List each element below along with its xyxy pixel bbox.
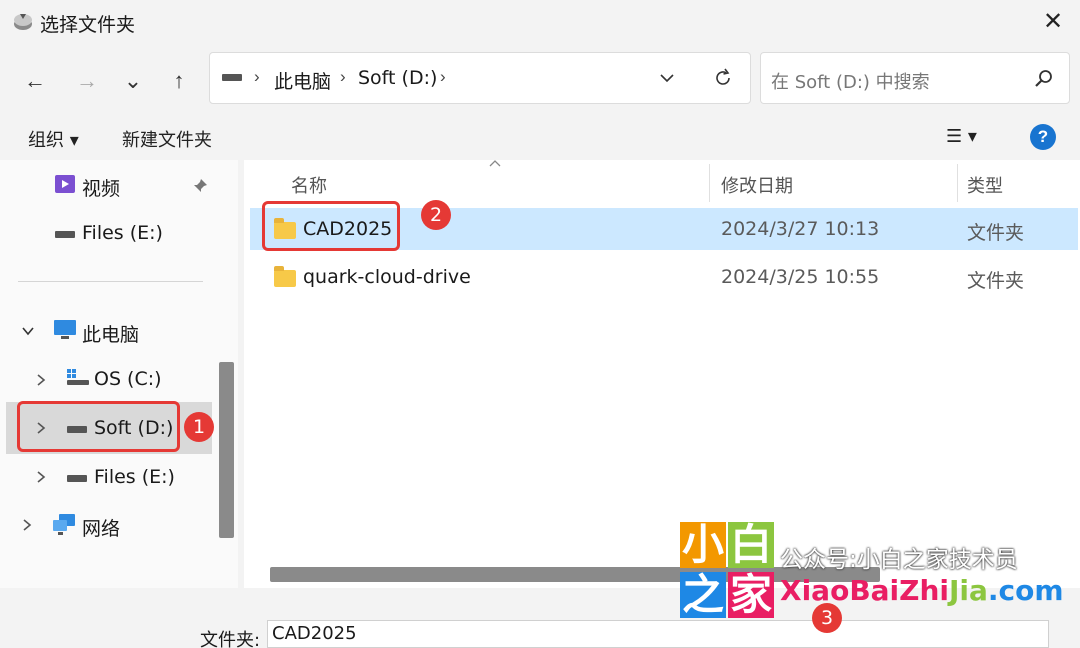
folder-name-field[interactable]: CAD2025 [267,620,1049,648]
file-date: 2024/3/27 10:13 [721,218,880,240]
annotation-box-1 [17,401,180,452]
sidebar-item-network[interactable]: 网络 [82,514,120,541]
drive-icon [55,231,75,238]
sidebar-item-files-e[interactable]: Files (E:) [94,466,175,488]
sort-ascending-icon [489,160,501,167]
recent-locations-button[interactable]: ⌄ [116,64,150,98]
watermark-logo-tile: 之 [680,570,726,619]
computer-icon [54,320,76,339]
drive-icon [67,475,87,482]
chevron-down-icon[interactable] [658,71,676,85]
chevron-down-icon[interactable] [20,324,36,338]
watermark-url-part: Jia [948,574,988,607]
breadcrumb-separator: › [254,67,260,86]
watermark-logo-tile: 白 [728,520,774,569]
view-options-button[interactable]: ☰ ▾ [946,126,977,147]
annotation-box-2 [262,201,400,251]
organize-button[interactable]: 组织 ▾ [28,126,79,152]
column-header-date[interactable]: 修改日期 [721,172,793,198]
address-bar[interactable]: › 此电脑 › Soft (D:) › [209,52,751,104]
breadcrumb-separator: › [340,67,346,86]
column-divider[interactable] [709,164,710,202]
breadcrumb-this-pc[interactable]: 此电脑 [274,67,331,94]
sidebar-divider [18,281,203,282]
help-button[interactable]: ? [1030,124,1056,150]
forward-button[interactable]: → [70,64,104,98]
up-button[interactable]: ↑ [162,64,196,98]
title-bar [0,0,1080,44]
sidebar-item-os-c[interactable]: OS (C:) [94,368,162,390]
column-header-name[interactable]: 名称 [291,172,327,198]
column-header-type[interactable]: 类型 [967,172,1003,198]
file-type: 文件夹 [967,222,1025,244]
chevron-right-icon[interactable] [34,372,48,388]
pin-icon[interactable] [192,178,208,194]
watermark-logo-tile: 家 [728,570,774,619]
chevron-right-icon[interactable] [20,517,34,533]
column-divider[interactable] [957,164,958,202]
annotation-badge-3: 3 [812,603,842,633]
search-icon[interactable] [1033,68,1055,90]
file-type: 文件夹 [967,270,1025,292]
watermark-logo-tile: 小 [680,520,726,569]
new-folder-button[interactable]: 新建文件夹 [122,126,212,152]
back-button[interactable]: ← [18,64,52,98]
folder-field-label: 文件夹: [200,630,261,648]
file-name[interactable]: quark-cloud-drive [303,266,471,288]
breadcrumb-soft-d[interactable]: Soft (D:) [358,67,437,89]
sidebar-item-this-pc[interactable]: 此电脑 [82,320,139,347]
drive-icon [222,74,242,81]
network-icon [53,514,75,535]
breadcrumb-separator: › [440,67,446,86]
close-button[interactable]: ✕ [1036,6,1070,38]
annotation-badge-2: 2 [421,200,451,230]
window-title: 选择文件夹 [40,14,136,36]
video-icon [55,175,75,193]
windows-drive-icon [67,369,89,385]
watermark-caption: 公众号:小白之家技术员 [780,547,1018,573]
sidebar-item-videos[interactable]: 视频 [82,174,120,201]
sidebar-scrollbar[interactable] [219,362,234,538]
annotation-badge-1: 1 [184,412,214,442]
app-icon [14,14,32,30]
watermark-url-part: .com [987,574,1064,607]
chevron-right-icon[interactable] [34,469,48,485]
search-box[interactable]: 在 Soft (D:) 中搜索 [760,52,1070,104]
sidebar-item-files-e-quick[interactable]: Files (E:) [82,222,163,244]
watermark-url: XiaoBaiZhiJia.com [780,574,1064,607]
refresh-icon[interactable] [712,67,734,89]
file-date: 2024/3/25 10:55 [721,266,880,288]
watermark-url-part: XiaoBaiZhi [780,574,949,607]
search-input[interactable]: 在 Soft (D:) 中搜索 [771,68,930,94]
folder-icon [274,266,296,287]
